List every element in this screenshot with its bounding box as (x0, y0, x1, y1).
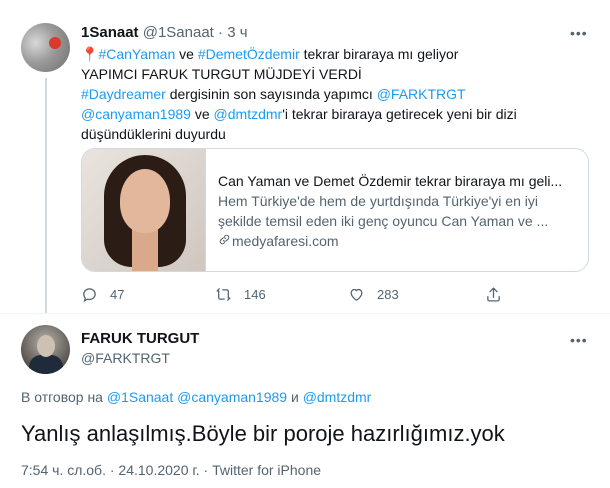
tweet-text: Yanlış anlaşılmış.Böyle bir poroje hazır… (21, 421, 505, 446)
avatar[interactable] (21, 23, 70, 72)
share-button[interactable] (485, 286, 502, 303)
like-count: 283 (377, 287, 399, 302)
tweet-text-line-2: YAPIMCI FARUK TURGUT MÜJDEYİ VERDİ (81, 66, 362, 82)
mention-link[interactable]: @1Sanaat (107, 389, 173, 405)
previous-tweet-cutoff (0, 0, 610, 8)
display-name[interactable]: FARUK TURGUT (81, 330, 199, 347)
hashtag-link[interactable]: #CanYaman (98, 46, 175, 62)
text-fragment: и (287, 389, 303, 405)
card-description-line-1: Hem Türkiye'de hem de yurtdışında Türkiy… (218, 193, 538, 209)
share-icon (487, 287, 500, 302)
tweet-text-line-3: #Daydreamer dergisinin son sayısında yap… (81, 84, 586, 104)
card-thumbnail-image (82, 149, 206, 271)
mention-link[interactable]: @dmtzdmr (303, 389, 372, 405)
tweet-text-line-5: düşündüklerini duyurdu (81, 126, 226, 142)
quoted-thread-tweet[interactable]: 1Sanaat @1Sanaat · 3 ч ••• 📍#CanYaman ve… (0, 8, 610, 313)
mention-link[interactable]: @dmtzdmr (214, 106, 283, 122)
display-name[interactable]: 1Sanaat (81, 24, 139, 41)
reply-button[interactable]: 47 (81, 286, 124, 303)
text-fragment: tekrar biraraya mı geliyor (299, 46, 459, 62)
like-button[interactable]: 283 (348, 286, 399, 303)
tweet-header: 1Sanaat @1Sanaat · 3 ч (81, 24, 248, 41)
mention-link[interactable]: @FARKTRGT (377, 86, 466, 102)
card-description-line-2: şekilde temsil eden iki genç oyuncu Can … (218, 213, 549, 229)
more-options-icon[interactable]: ••• (570, 332, 588, 348)
main-tweet: FARUK TURGUT @FARKTRGT ••• В отговор на … (0, 313, 610, 488)
tweet-actions-bar: 47 146 283 (81, 286, 511, 306)
card-domain-text: medyafaresi.com (232, 233, 339, 249)
user-handle[interactable]: @1Sanaat (143, 24, 214, 41)
more-options-icon[interactable]: ••• (570, 25, 588, 41)
heart-icon (350, 288, 363, 301)
separator-dot: · (218, 24, 224, 41)
card-body: Can Yaman ve Demet Özdemir tekrar birara… (218, 171, 580, 251)
retweet-button[interactable]: 146 (215, 286, 266, 303)
hashtag-link[interactable]: #Daydreamer (81, 86, 166, 102)
text-fragment: 'i tekrar biraraya getirecek yeni bir di… (282, 106, 517, 122)
text-fragment: dergisinin son sayısında yapımcı (165, 86, 377, 102)
card-domain: medyafaresi.com (218, 231, 580, 251)
link-icon (218, 231, 232, 251)
replying-prefix: В отговор на (21, 389, 107, 405)
tweet-text: 📍#CanYaman ve #DemetÖzdemir tekrar birar… (81, 44, 586, 144)
thread-connector-line (45, 78, 47, 313)
round-pushpin-icon: 📍 (81, 46, 99, 62)
link-preview-card[interactable]: Can Yaman ve Demet Özdemir tekrar birara… (81, 148, 589, 272)
tweet-text-line-1: 📍#CanYaman ve #DemetÖzdemir tekrar birar… (81, 44, 586, 64)
avatar[interactable] (21, 325, 70, 374)
retweet-count: 146 (244, 287, 266, 302)
user-handle[interactable]: @FARKTRGT (81, 350, 170, 366)
text-fragment: ve (175, 46, 198, 62)
reply-icon (83, 288, 96, 303)
retweet-icon (216, 288, 231, 301)
reply-count: 47 (110, 287, 125, 302)
text-fragment: ve (190, 106, 214, 122)
replying-to-line: В отговор на @1Sanaat @canyaman1989 и @d… (21, 389, 371, 405)
tweet-text-line-4: @canyaman1989 ve @dmtzdmr'i tekrar birar… (81, 104, 586, 124)
hashtag-link[interactable]: #DemetÖzdemir (198, 46, 300, 62)
card-title: Can Yaman ve Demet Özdemir tekrar birara… (218, 173, 563, 189)
mention-link[interactable]: @canyaman1989 (81, 106, 191, 122)
timestamp[interactable]: 3 ч (227, 24, 247, 41)
tweet-metadata[interactable]: 7:54 ч. сл.об. · 24.10.2020 г. · Twitter… (21, 462, 321, 478)
mention-link[interactable]: @canyaman1989 (177, 389, 287, 405)
